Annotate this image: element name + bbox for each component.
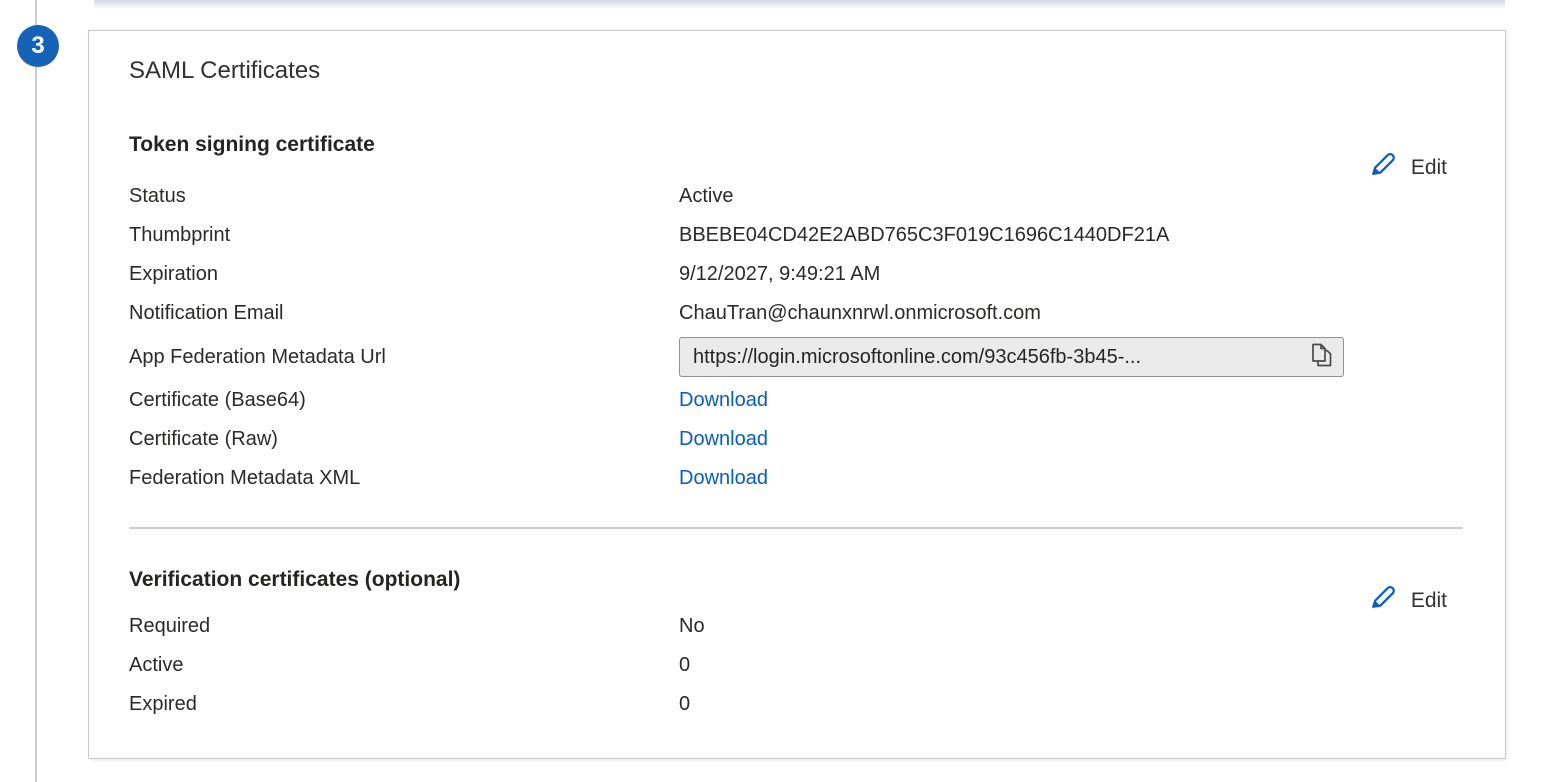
thumbprint-value: BBEBE04CD42E2ABD765C3F019C1696C1440DF21A: [679, 224, 1465, 247]
expired-count-value: 0: [679, 693, 1465, 716]
active-count-value: 0: [679, 654, 1465, 677]
certificate-base64-row: Certificate (Base64) Download: [129, 381, 1465, 420]
download-federation-metadata-xml-link[interactable]: Download: [679, 467, 768, 489]
token-signing-certificate-heading: Token signing certificate: [129, 133, 375, 157]
status-value: Active: [679, 185, 1465, 208]
verification-certificates-heading: Verification certificates (optional): [129, 568, 460, 592]
token-certificate-details: Status Active Thumbprint BBEBE04CD42E2AB…: [129, 177, 1465, 498]
notification-email-value: ChauTran@chaunxnrwl.onmicrosoft.com: [679, 302, 1465, 325]
download-certificate-raw-link[interactable]: Download: [679, 428, 768, 450]
certificate-base64-label: Certificate (Base64): [129, 389, 679, 412]
app-federation-metadata-url-value: https://login.microsoftonline.com/93c456…: [679, 337, 1465, 377]
step-number-badge: 3: [17, 25, 59, 67]
required-row: Required No: [129, 607, 1465, 646]
active-count-label: Active: [129, 654, 679, 677]
notification-email-row: Notification Email ChauTran@chaunxnrwl.o…: [129, 294, 1465, 333]
app-federation-metadata-url-label: App Federation Metadata Url: [129, 346, 679, 369]
download-certificate-base64-link[interactable]: Download: [679, 389, 768, 411]
expired-count-row: Expired 0: [129, 685, 1465, 724]
copy-url-button[interactable]: [1310, 342, 1333, 372]
federation-metadata-xml-row: Federation Metadata XML Download: [129, 459, 1465, 498]
required-label: Required: [129, 615, 679, 638]
section-title: SAML Certificates: [129, 57, 320, 85]
edit-button-label: Edit: [1411, 156, 1447, 180]
certificate-raw-row: Certificate (Raw) Download: [129, 420, 1465, 459]
thumbprint-row: Thumbprint BBEBE04CD42E2ABD765C3F019C169…: [129, 216, 1465, 255]
expiration-label: Expiration: [129, 263, 679, 286]
step-connector-line: [35, 0, 37, 782]
federation-metadata-url-field[interactable]: https://login.microsoftonline.com/93c456…: [679, 337, 1344, 377]
federation-metadata-url-text: https://login.microsoftonline.com/93c456…: [693, 346, 1302, 369]
previous-card-bottom-shadow: [94, 0, 1505, 9]
copy-icon: [1310, 342, 1333, 372]
status-row: Status Active: [129, 177, 1465, 216]
status-label: Status: [129, 185, 679, 208]
notification-email-label: Notification Email: [129, 302, 679, 325]
thumbprint-label: Thumbprint: [129, 224, 679, 247]
active-count-row: Active 0: [129, 646, 1465, 685]
saml-certificates-card: SAML Certificates Token signing certific…: [88, 30, 1506, 759]
expired-count-label: Expired: [129, 693, 679, 716]
expiration-value: 9/12/2027, 9:49:21 AM: [679, 263, 1465, 286]
verification-certificates-details: Required No Active 0 Expired 0: [129, 607, 1465, 724]
expiration-row: Expiration 9/12/2027, 9:49:21 AM: [129, 255, 1465, 294]
certificate-raw-label: Certificate (Raw): [129, 428, 679, 451]
step-number-label: 3: [31, 32, 44, 60]
required-value: No: [679, 615, 1465, 638]
section-divider: [129, 527, 1463, 529]
app-federation-metadata-url-row: App Federation Metadata Url https://logi…: [129, 333, 1465, 381]
federation-metadata-xml-label: Federation Metadata XML: [129, 467, 679, 490]
